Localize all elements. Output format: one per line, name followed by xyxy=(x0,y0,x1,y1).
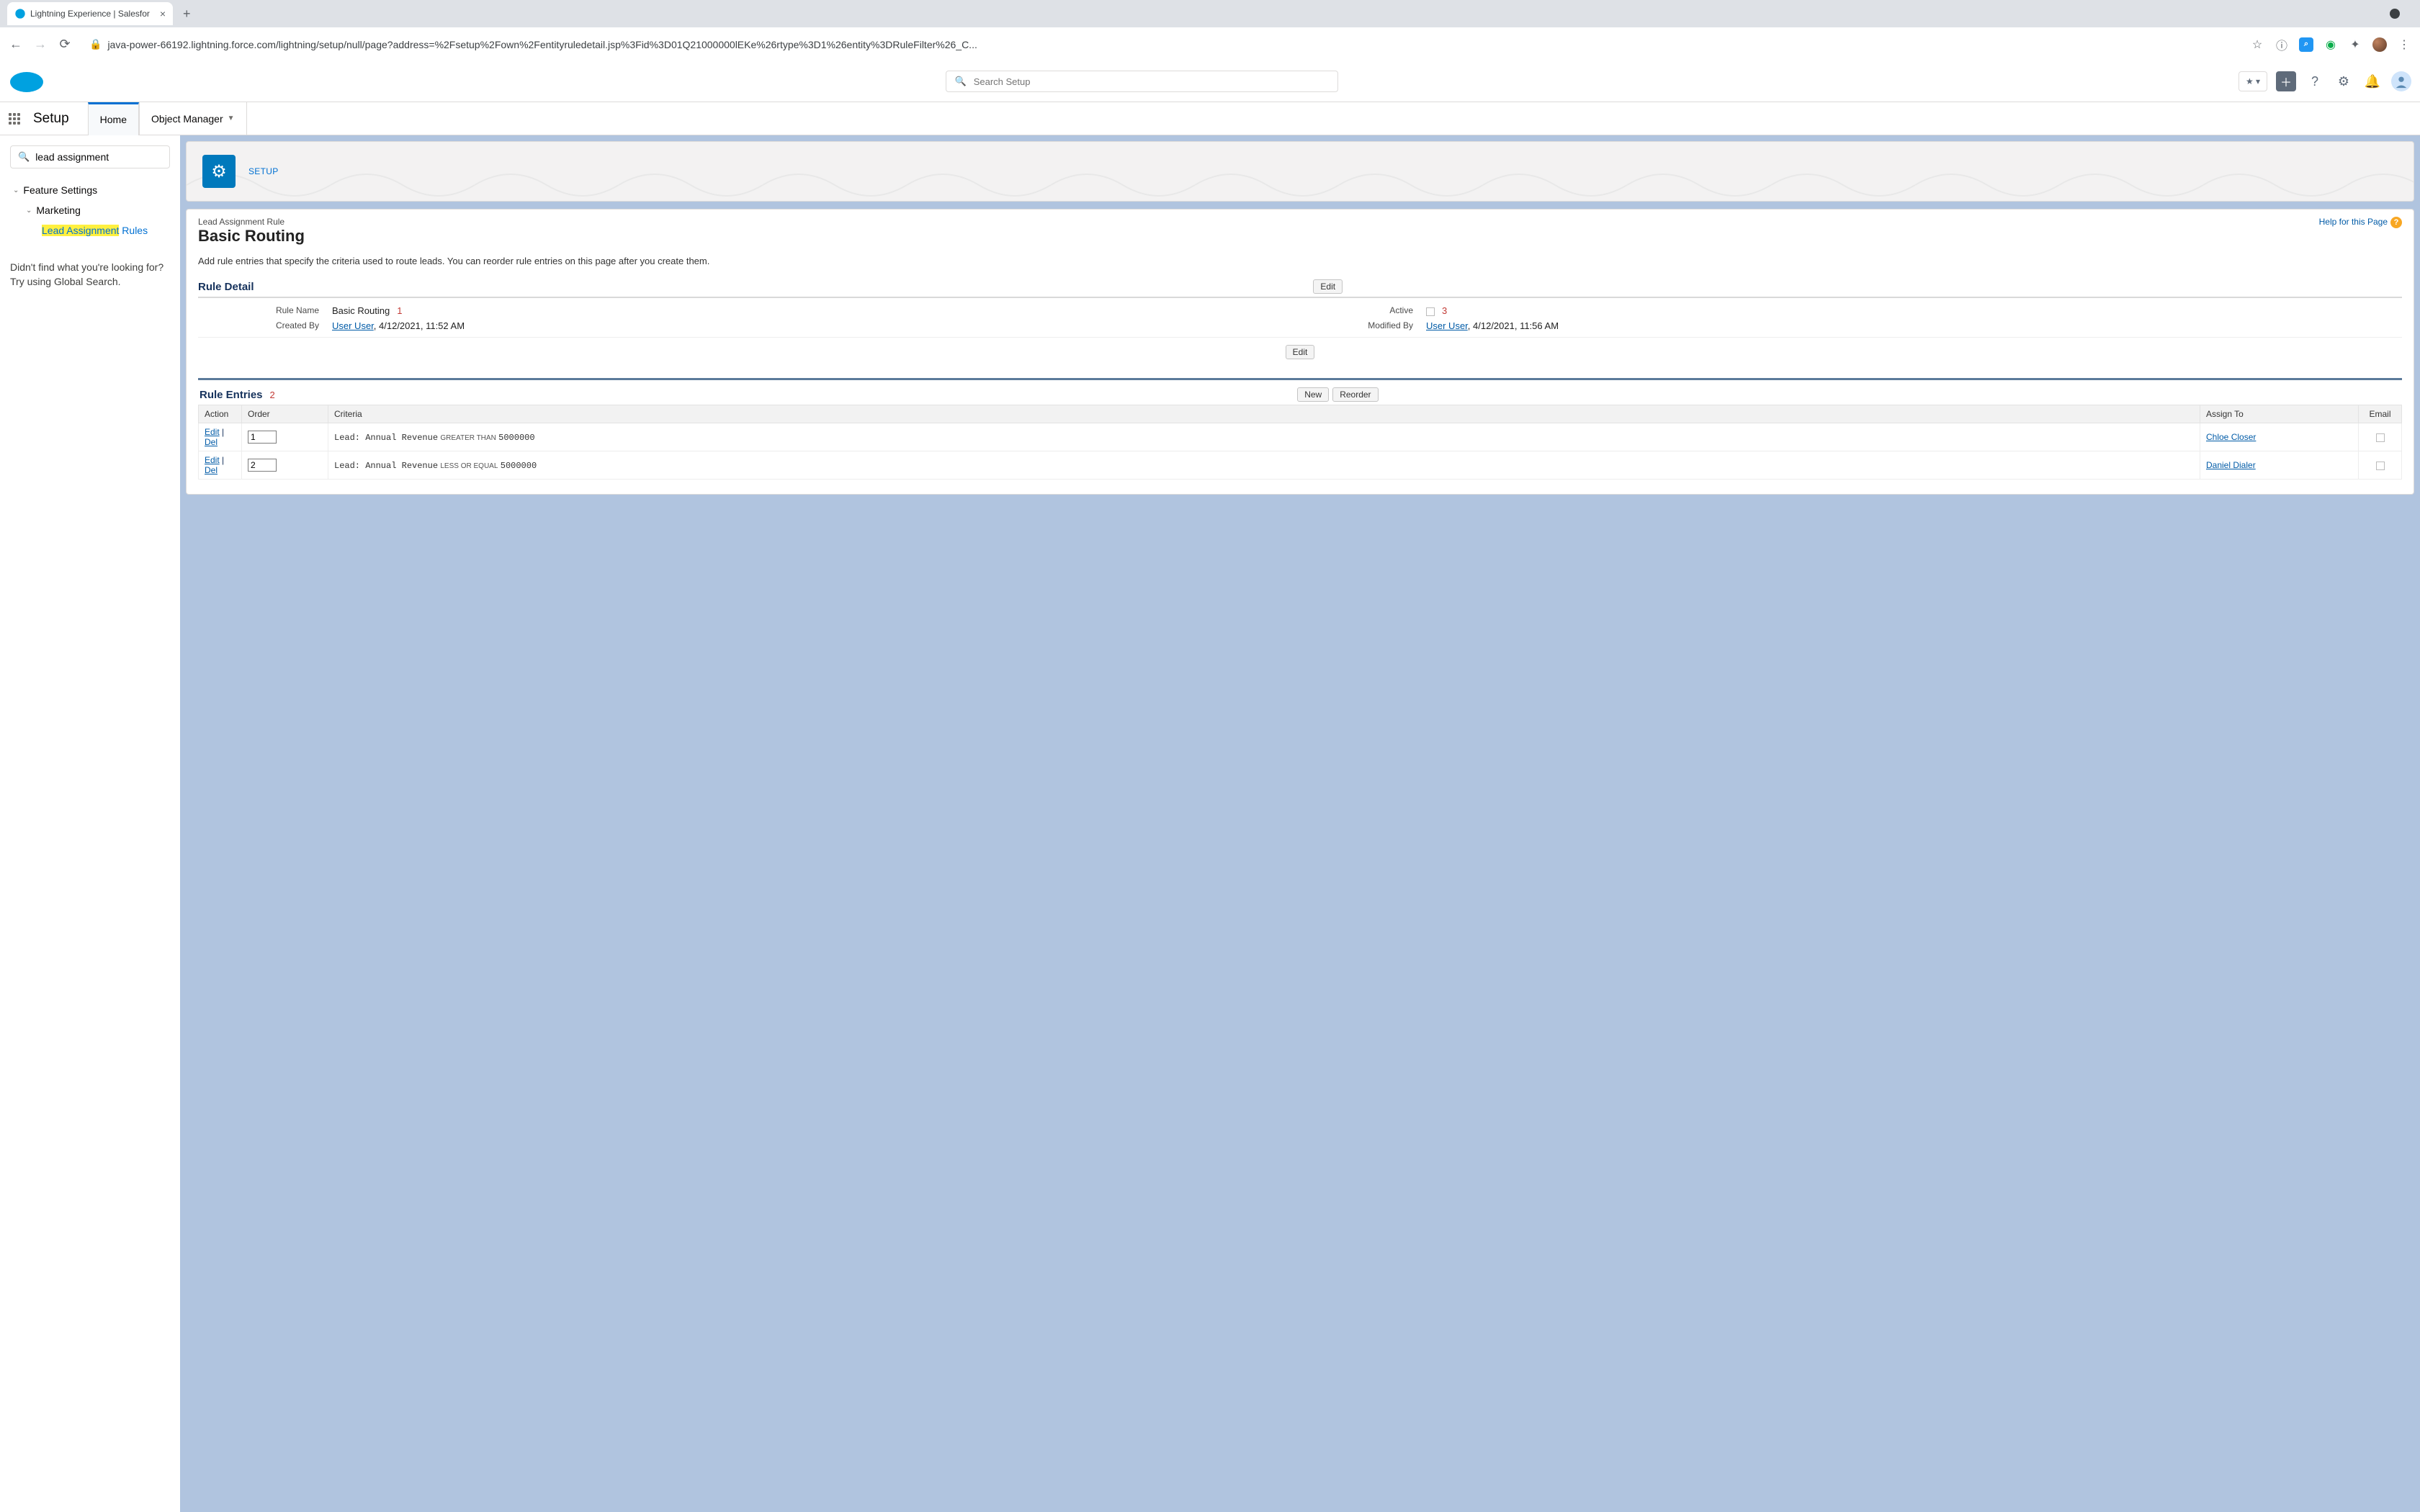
new-entry-button[interactable]: New xyxy=(1297,387,1329,402)
browser-tab[interactable]: Lightning Experience | Salesfor × xyxy=(7,2,173,25)
star-icon[interactable]: ☆ xyxy=(2250,37,2264,52)
edit-button-top[interactable]: Edit xyxy=(1313,279,1343,294)
tree-feature-settings[interactable]: ⌄Feature Settings xyxy=(10,180,170,200)
back-button[interactable]: ← xyxy=(9,37,23,52)
tab-home[interactable]: Home xyxy=(88,102,139,135)
chevron-down-icon: ⌄ xyxy=(13,186,19,194)
created-by-user[interactable]: User User xyxy=(332,320,374,331)
email-checkbox xyxy=(2376,462,2385,470)
help-link[interactable]: Help for this Page? xyxy=(2319,217,2402,228)
delete-link[interactable]: Del xyxy=(205,465,218,475)
assign-to-link[interactable]: Daniel Dialer xyxy=(2206,460,2256,470)
page-header-label: SETUP xyxy=(248,166,279,176)
quick-find[interactable]: 🔍 xyxy=(10,145,170,168)
notifications-icon[interactable]: 🔔 xyxy=(2362,71,2383,91)
col-action: Action xyxy=(199,405,242,423)
modified-by-date: , 4/12/2021, 11:56 AM xyxy=(1468,320,1559,331)
page-title: Basic Routing xyxy=(198,227,2402,246)
rule-name-label: Rule Name xyxy=(202,305,332,316)
setup-gear-icon[interactable]: ⚙ xyxy=(2334,71,2354,91)
account-dot[interactable] xyxy=(2390,9,2400,19)
gear-icon: ⚙ xyxy=(202,155,236,188)
rule-name-value: Basic Routing xyxy=(332,305,390,316)
chevron-down-icon: ⌄ xyxy=(26,207,32,215)
address-bar[interactable]: 🔒 java-power-66192.lightning.force.com/l… xyxy=(82,38,2240,50)
url-text: java-power-66192.lightning.force.com/lig… xyxy=(107,39,977,50)
edit-link[interactable]: Edit xyxy=(205,455,220,465)
lock-icon: 🔒 xyxy=(89,38,102,50)
close-tab-icon[interactable]: × xyxy=(160,8,166,19)
order-input[interactable] xyxy=(248,431,277,444)
favorites-button[interactable]: ★ ▾ xyxy=(2238,71,2267,91)
annotation-1: 1 xyxy=(397,305,402,316)
col-criteria: Criteria xyxy=(328,405,2200,423)
global-header: 🔍 ★ ▾ ＋ ? ⚙ 🔔 xyxy=(0,61,2420,102)
edit-link[interactable]: Edit xyxy=(205,427,220,437)
new-tab-button[interactable]: + xyxy=(183,6,191,22)
created-by-label: Created By xyxy=(202,320,332,331)
search-icon: 🔍 xyxy=(955,76,967,87)
modified-by-label: Modified By xyxy=(1304,320,1426,331)
reload-button[interactable]: ⟳ xyxy=(58,37,72,52)
active-checkbox xyxy=(1426,307,1435,316)
extension-icon-1[interactable]: ⌕ xyxy=(2299,37,2313,52)
chrome-menu-icon[interactable]: ⋮ xyxy=(2397,37,2411,52)
global-search-input[interactable] xyxy=(974,76,1329,87)
created-by-date: , 4/12/2021, 11:52 AM xyxy=(374,320,465,331)
salesforce-favicon xyxy=(14,8,26,19)
col-assign: Assign To xyxy=(2200,405,2359,423)
email-checkbox xyxy=(2376,433,2385,442)
rule-entries-heading: Rule Entries xyxy=(200,389,263,401)
sidebar-note: Didn't find what you're looking for? Try… xyxy=(10,261,170,289)
record-type-label: Lead Assignment Rule xyxy=(198,217,2402,227)
content-area: ⚙ SETUP Help for this Page? Lead Assignm… xyxy=(180,135,2420,1512)
rule-entries-table: Action Order Criteria Assign To Email Ed… xyxy=(198,405,2402,480)
app-name: Setup xyxy=(33,111,69,127)
help-icon: ? xyxy=(2390,217,2402,228)
annotation-3: 3 xyxy=(1442,305,1447,316)
salesforce-logo[interactable] xyxy=(9,69,45,94)
tree-marketing[interactable]: ⌄Marketing xyxy=(10,200,170,220)
rule-detail-heading: Rule Detail xyxy=(198,281,254,293)
setup-sidebar: 🔍 ⌄Feature Settings ⌄Marketing Lead Assi… xyxy=(0,135,180,1512)
quick-find-input[interactable] xyxy=(35,151,166,163)
global-actions-button[interactable]: ＋ xyxy=(2276,71,2296,91)
help-button[interactable]: ? xyxy=(2305,71,2325,91)
extension-icon-2[interactable]: ◉ xyxy=(2323,37,2338,52)
detail-card: Help for this Page? Lead Assignment Rule… xyxy=(186,209,2414,495)
annotation-2: 2 xyxy=(270,390,275,400)
delete-link[interactable]: Del xyxy=(205,437,218,447)
page-header: ⚙ SETUP xyxy=(186,141,2414,202)
forward-button: → xyxy=(33,37,48,52)
table-row: Edit | Del Lead: Annual Revenue GREATER … xyxy=(199,423,2402,451)
search-icon: 🔍 xyxy=(18,151,30,163)
user-avatar[interactable] xyxy=(2391,71,2411,91)
table-row: Edit | Del Lead: Annual Revenue LESS OR … xyxy=(199,451,2402,480)
active-label: Active xyxy=(1304,305,1426,316)
app-launcher-icon[interactable] xyxy=(9,113,20,125)
extensions-icon[interactable]: ✦ xyxy=(2348,37,2362,52)
browser-tab-title: Lightning Experience | Salesfor xyxy=(30,9,150,19)
profile-avatar[interactable] xyxy=(2372,37,2387,52)
tree-lead-assignment-rules[interactable]: Lead Assignment Rules xyxy=(10,220,170,240)
col-email: Email xyxy=(2359,405,2402,423)
page-description: Add rule entries that specify the criter… xyxy=(198,256,2402,266)
tab-object-manager[interactable]: Object Manager▼ xyxy=(139,102,247,135)
edit-button-bottom[interactable]: Edit xyxy=(1286,345,1315,359)
col-order: Order xyxy=(242,405,328,423)
chevron-down-icon: ▼ xyxy=(228,114,235,122)
browser-chrome: Lightning Experience | Salesfor × + ← → … xyxy=(0,0,2420,61)
global-search[interactable]: 🔍 xyxy=(946,71,1338,92)
info-icon[interactable]: ⓘ xyxy=(2275,37,2289,52)
context-bar: Setup Home Object Manager▼ xyxy=(0,102,2420,135)
modified-by-user[interactable]: User User xyxy=(1426,320,1468,331)
assign-to-link[interactable]: Chloe Closer xyxy=(2206,432,2256,442)
order-input[interactable] xyxy=(248,459,277,472)
reorder-button[interactable]: Reorder xyxy=(1332,387,1378,402)
